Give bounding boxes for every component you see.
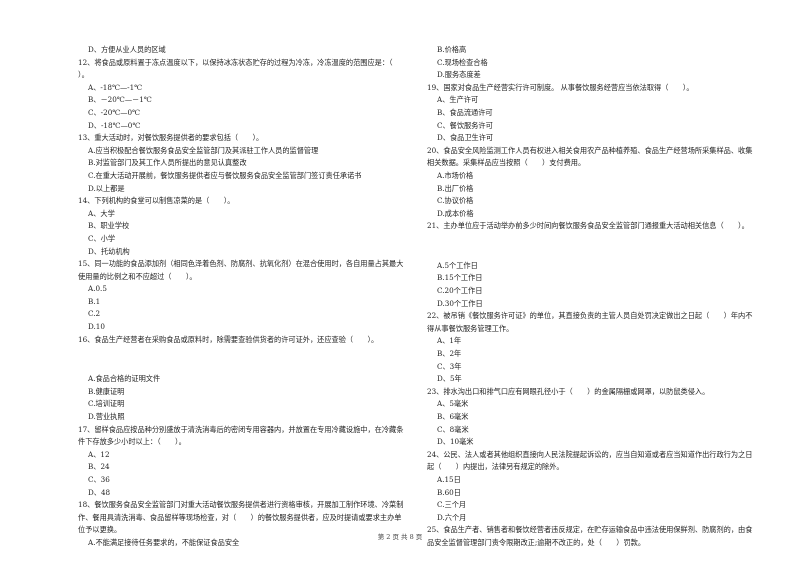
answer-option: D、-18℃—0℃: [88, 120, 141, 130]
answer-option: C.在重大活动开展前，餐饮服务提供者应与餐饮服务食品安全监管部门签订责任承诺书: [88, 170, 362, 180]
answer-option: D、方便从业人员的区域: [88, 45, 166, 54]
answer-option: A.15日: [437, 474, 461, 484]
answer-option: D.以上都是: [88, 183, 125, 193]
question-17: 17、留样食品应按品种分别盛放于清洗消毒后的密闭专用容器内，并放置在专用冷藏设施…: [78, 424, 404, 447]
answer-option: C.20个工作日: [437, 286, 483, 296]
answer-option: C.现场检查合格: [437, 57, 488, 67]
page-footer: 第 2 页 共 8 页: [377, 533, 423, 541]
answer-option: C、36: [88, 474, 110, 484]
answer-option: B.价格高: [437, 45, 467, 54]
answer-option: A.5个工作日: [437, 260, 478, 270]
question-19: 19、国家对食品生产经营实行许可制度。 从事餐饮服务经营应当依法取得（ ）。: [427, 82, 694, 92]
answer-option: D.营业执照: [88, 412, 125, 421]
answer-option: D、5年: [437, 374, 462, 384]
answer-option: D.10: [88, 322, 105, 332]
left-column: D、方便从业人员的区域 12、将食品或原料置于冻点温度以下，以保持冰冻状态贮存的过…: [78, 44, 408, 550]
answer-option: B、2年: [437, 349, 462, 359]
answer-option: D、10毫米: [437, 437, 474, 447]
answer-option: A、生产许可: [437, 95, 479, 105]
answer-option: B.健康证明: [88, 386, 125, 396]
question-20: 20、食品安全风险监测工作人员有权进入相关食用农产品种植养殖、食品生产经营场所采…: [427, 145, 753, 168]
question-21: 21、主办单位应于活动举办前多少时间向餐饮服务食品安全监管部门通报重大活动相关信…: [427, 221, 749, 231]
answer-option: B、24: [88, 462, 110, 472]
answer-option: B.对监管部门及其工作人员所提出的意见认真整改: [88, 158, 247, 168]
answer-option: C.三个月: [437, 500, 467, 510]
answer-option: C.2: [88, 309, 101, 319]
answer-option: A.应当积极配合餐饮服务食品安全监管部门及其派驻工作人员的监督管理: [88, 145, 319, 155]
answer-option: D、食品卫生许可: [437, 133, 494, 143]
answer-option: D、48: [88, 487, 111, 497]
question-22: 22、被吊销《餐饮服务许可证》的单位，其直接负责的主管人员自处罚决定做出之日起（…: [427, 311, 753, 333]
answer-option: A.食品合格的证明文件: [88, 374, 161, 384]
answer-option: D、托幼机构: [88, 246, 130, 256]
question-12: 12、将食品或原料置于冻点温度以下，以保持冰冻状态贮存的过程为冷冻，冷冻温度的范…: [78, 57, 408, 80]
answer-option: A、1年: [437, 336, 462, 346]
answer-option: A、5毫米: [437, 399, 469, 409]
answer-option: B、职业学校: [88, 221, 130, 231]
answer-option: C.协议价格: [437, 196, 474, 206]
answer-option: D.服务态度差: [437, 70, 481, 80]
answer-option: A、大学: [88, 208, 115, 218]
answer-option: B.出厂价格: [437, 183, 474, 193]
question-14: 14、下列机构的食堂可以制售凉菜的是（ ）。: [78, 196, 235, 206]
answer-option: A.市场价格: [437, 170, 474, 180]
answer-option: C、3年: [437, 361, 462, 371]
answer-option: C、餐饮服务许可: [437, 120, 493, 130]
question-15: 15、同一功能的食品添加剂（相同色泽着色剂、防腐剂、抗氧化剂）在混合使用时，各自…: [78, 259, 404, 281]
question-13: 13、重大活动时，对餐饮服务提供者的要求包括（ ）。: [78, 133, 264, 143]
answer-option: A、12: [88, 449, 110, 459]
right-column: B.价格高 C.现场检查合格 D.服务态度差 19、国家对食品生产经营实行许可制度。 …: [427, 44, 757, 550]
answer-option: B.60日: [437, 487, 461, 497]
answer-option: B、－20℃—－1℃: [88, 95, 152, 105]
answer-option: B.15个工作日: [437, 273, 483, 283]
answer-option: A.0.5: [88, 284, 107, 294]
answer-option: B、食品流通许可: [437, 107, 493, 117]
answer-option: C、小学: [88, 233, 116, 243]
answer-option: B、6毫米: [437, 412, 469, 421]
answer-option: B.1: [88, 296, 101, 306]
answer-option: D.六个月: [437, 512, 467, 522]
answer-option: A、-18℃—-1℃: [88, 82, 143, 92]
answer-option: C、8毫米: [437, 424, 469, 434]
answer-option: D.成本价格: [437, 208, 474, 218]
question-16: 16、食品生产经营者在采购食品或原料时，除需要查验供货者的许可证外，还应查验（ …: [78, 334, 379, 344]
question-23: 23、排水沟出口和排气口应有网眼孔径小于（ ）的金属隔栅或网罩，以防鼠类侵入。: [427, 386, 710, 396]
answer-option: D.30个工作日: [437, 298, 483, 308]
answer-option: C、-20℃—0℃: [88, 107, 141, 117]
question-24: 24、公民、法人或者其他组织直接向人民法院提起诉讼的，应当自知道或者应当知道作出…: [427, 449, 753, 472]
answer-option: C.培训证明: [88, 399, 125, 409]
